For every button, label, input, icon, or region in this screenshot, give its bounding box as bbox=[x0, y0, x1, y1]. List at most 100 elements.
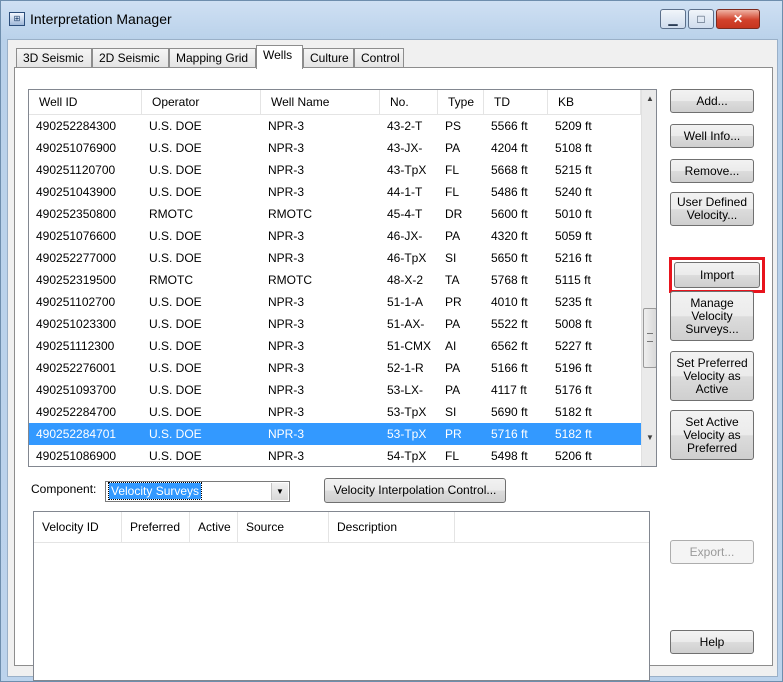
cell-td: 5600 ft bbox=[491, 207, 528, 221]
minimize-button[interactable]: ▁ bbox=[660, 9, 686, 29]
cell-no: 51-AX- bbox=[387, 317, 425, 331]
chevron-down-icon[interactable]: ▼ bbox=[271, 483, 288, 500]
cell-well-name: NPR-3 bbox=[268, 163, 305, 177]
table-row[interactable]: 490252350800 RMOTC RMOTC 45-4-T DR 5600 ft 501… bbox=[29, 203, 641, 225]
table-row[interactable]: 490252277000 U.S. DOE NPR-3 46-TpX SI 5650 ft… bbox=[29, 247, 641, 269]
table-row[interactable]: 490252284300 U.S. DOE NPR-3 43-2-T PS 5566 ft… bbox=[29, 115, 641, 137]
scroll-thumb[interactable] bbox=[643, 308, 656, 368]
cell-well-name: NPR-3 bbox=[268, 339, 305, 353]
table-row[interactable]: 490251076600 U.S. DOE NPR-3 46-JX- PA 4320 ft… bbox=[29, 225, 641, 247]
tab-mapping-grid[interactable]: Mapping Grid bbox=[169, 48, 256, 68]
user-defined-velocity-button[interactable]: User Defined Velocity... bbox=[670, 192, 754, 226]
cell-operator: U.S. DOE bbox=[149, 229, 202, 243]
help-button[interactable]: Help bbox=[670, 630, 754, 654]
table-row[interactable]: 490251093700 U.S. DOE NPR-3 53-LX- PA 4117 ft… bbox=[29, 379, 641, 401]
import-button[interactable]: Import bbox=[674, 262, 760, 288]
tab-wells[interactable]: Wells bbox=[256, 45, 303, 69]
cell-operator: U.S. DOE bbox=[149, 339, 202, 353]
scroll-down-icon[interactable]: ▼ bbox=[642, 429, 656, 446]
cell-type: PS bbox=[445, 119, 462, 133]
col-kb[interactable]: KB bbox=[548, 90, 641, 115]
tab-culture[interactable]: Culture bbox=[303, 48, 354, 68]
cell-well-id: 490251102700 bbox=[36, 295, 116, 309]
table-row[interactable]: 490251102700 U.S. DOE NPR-3 51-1-A PR 4010 ft… bbox=[29, 291, 641, 313]
cell-operator: U.S. DOE bbox=[149, 361, 202, 375]
cell-td: 5522 ft bbox=[491, 317, 528, 331]
table-row[interactable]: 490252319500 RMOTC RMOTC 48-X-2 TA 5768 ft 511… bbox=[29, 269, 641, 291]
cell-well-id: 490251076600 bbox=[36, 229, 117, 243]
cell-td: 5650 ft bbox=[491, 251, 528, 265]
tab-2d-seismic[interactable]: 2D Seismic bbox=[92, 48, 169, 68]
tab-control[interactable]: Control bbox=[354, 48, 404, 68]
table-row[interactable]: 490251023300 U.S. DOE NPR-3 51-AX- PA 5522 ft… bbox=[29, 313, 641, 335]
cell-operator: U.S. DOE bbox=[149, 163, 202, 177]
velocity-interpolation-control-button[interactable]: Velocity Interpolation Control... bbox=[324, 478, 506, 503]
col-no[interactable]: No. bbox=[380, 90, 438, 115]
col-source[interactable]: Source bbox=[238, 512, 329, 542]
col-well-id[interactable]: Well ID bbox=[29, 90, 142, 115]
export-button[interactable]: Export... bbox=[670, 540, 754, 564]
col-operator[interactable]: Operator bbox=[142, 90, 261, 115]
cell-kb: 5108 ft bbox=[555, 141, 592, 155]
cell-type: PA bbox=[445, 141, 461, 155]
table-row[interactable]: 490251076900 U.S. DOE NPR-3 43-JX- PA 4204 ft… bbox=[29, 137, 641, 159]
cell-well-id: 490251076900 bbox=[36, 141, 117, 155]
remove-button[interactable]: Remove... bbox=[670, 159, 754, 183]
set-preferred-as-active-button[interactable]: Set Preferred Velocity as Active bbox=[670, 351, 754, 401]
cell-kb: 5115 ft bbox=[555, 273, 591, 287]
cell-no: 45-4-T bbox=[387, 207, 423, 221]
table-row[interactable]: 490251086900 U.S. DOE NPR-3 54-TpX FL 5498 ft… bbox=[29, 445, 641, 466]
wells-table[interactable]: Well ID Operator Well Name No. Type TD K… bbox=[28, 89, 657, 467]
table-row[interactable]: 490251112300 U.S. DOE NPR-3 51-CMX AI 6562 ft… bbox=[29, 335, 641, 357]
app-icon: ⊞ bbox=[9, 12, 25, 26]
table-row[interactable]: 490252284701 U.S. DOE NPR-3 53-TpX PR 5716 ft… bbox=[29, 423, 641, 445]
title-bar[interactable]: ⊞ Interpretation Manager ▁ □ ✕ bbox=[1, 1, 782, 39]
cell-well-name: NPR-3 bbox=[268, 251, 305, 265]
table-row[interactable]: 490252276001 U.S. DOE NPR-3 52-1-R PA 5166 ft… bbox=[29, 357, 641, 379]
col-type[interactable]: Type bbox=[438, 90, 484, 115]
tab-3d-seismic[interactable]: 3D Seismic bbox=[16, 48, 92, 68]
cell-operator: U.S. DOE bbox=[149, 427, 202, 441]
cell-td: 5768 ft bbox=[491, 273, 528, 287]
table-row[interactable]: 490251120700 U.S. DOE NPR-3 43-TpX FL 5668 ft… bbox=[29, 159, 641, 181]
cell-type: DR bbox=[445, 207, 463, 221]
col-well-name[interactable]: Well Name bbox=[261, 90, 380, 115]
cell-type: FL bbox=[445, 163, 460, 177]
cell-no: 54-TpX bbox=[387, 449, 427, 463]
wells-table-header: Well ID Operator Well Name No. Type TD K… bbox=[29, 90, 641, 115]
col-preferred[interactable]: Preferred bbox=[122, 512, 190, 542]
table-row[interactable]: 490251043900 U.S. DOE NPR-3 44-1-T FL 5486 ft… bbox=[29, 181, 641, 203]
cell-operator: U.S. DOE bbox=[149, 185, 202, 199]
cell-operator: RMOTC bbox=[149, 207, 193, 221]
cell-operator: U.S. DOE bbox=[149, 405, 202, 419]
velocity-surveys-table[interactable]: Velocity ID Preferred Active Source Desc… bbox=[33, 511, 650, 681]
add-button[interactable]: Add... bbox=[670, 89, 754, 113]
scroll-up-icon[interactable]: ▲ bbox=[642, 90, 656, 107]
cell-well-id: 490251086900 bbox=[36, 449, 117, 463]
maximize-button[interactable]: □ bbox=[688, 9, 714, 29]
cell-well-name: RMOTC bbox=[268, 207, 312, 221]
cell-type: PA bbox=[445, 317, 461, 331]
col-active[interactable]: Active bbox=[190, 512, 238, 542]
cell-well-name: NPR-3 bbox=[268, 427, 305, 441]
table-row[interactable]: 490252284700 U.S. DOE NPR-3 53-TpX SI 5690 ft… bbox=[29, 401, 641, 423]
cell-type: PR bbox=[445, 427, 462, 441]
cell-well-name: NPR-3 bbox=[268, 361, 305, 375]
wells-table-scrollbar[interactable]: ▲ ▼ bbox=[641, 90, 656, 466]
cell-kb: 5182 ft bbox=[555, 405, 592, 419]
cell-well-id: 490252276001 bbox=[36, 361, 117, 375]
set-active-as-preferred-button[interactable]: Set Active Velocity as Preferred bbox=[670, 410, 754, 460]
cell-type: PA bbox=[445, 229, 461, 243]
component-select[interactable]: Velocity Surveys ▼ bbox=[105, 481, 290, 502]
velocity-table-header: Velocity ID Preferred Active Source Desc… bbox=[34, 512, 649, 543]
manage-velocity-surveys-button[interactable]: Manage Velocity Surveys... bbox=[670, 291, 754, 341]
well-info-button[interactable]: Well Info... bbox=[670, 124, 754, 148]
cell-well-id: 490251112300 bbox=[36, 339, 115, 353]
col-description[interactable]: Description bbox=[329, 512, 455, 542]
col-td[interactable]: TD bbox=[484, 90, 548, 115]
close-button[interactable]: ✕ bbox=[716, 9, 760, 29]
col-velocity-id[interactable]: Velocity ID bbox=[34, 512, 122, 542]
cell-well-id: 490251043900 bbox=[36, 185, 117, 199]
cell-no: 46-TpX bbox=[387, 251, 427, 265]
cell-well-name: NPR-3 bbox=[268, 383, 305, 397]
